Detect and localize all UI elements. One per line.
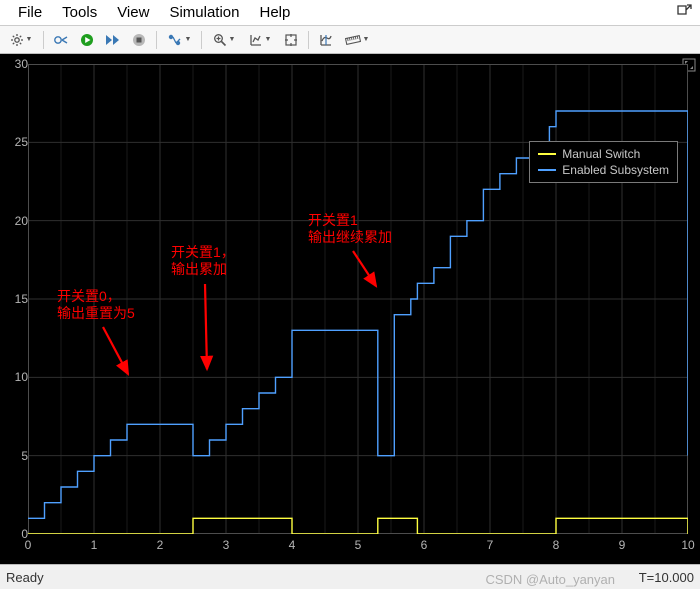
x-tick: 4: [289, 538, 296, 552]
legend-swatch-icon: [538, 169, 556, 171]
gear-dropdown[interactable]: ▼: [4, 29, 38, 51]
autoscale-icon: [284, 33, 298, 47]
chevron-down-icon: ▼: [229, 36, 236, 43]
watermark-text: CSDN @Auto_yanyan: [485, 572, 615, 587]
menu-file[interactable]: File: [8, 2, 52, 23]
menubar: File Tools View Simulation Help: [0, 0, 700, 26]
legend-swatch-icon: [538, 153, 556, 155]
chevron-down-icon: ▼: [265, 36, 272, 43]
stop-button[interactable]: [127, 29, 151, 51]
step-icon: [105, 34, 121, 46]
step-forward-button[interactable]: [101, 29, 125, 51]
undock-icon[interactable]: [676, 3, 692, 22]
legend-label: Enabled Subsystem: [562, 163, 669, 177]
zoom-axes-dropdown[interactable]: ▼: [243, 29, 277, 51]
chevron-down-icon: ▼: [185, 36, 192, 43]
status-time: T=10.000: [639, 570, 694, 585]
annotation-line: 开关置0，: [57, 288, 135, 305]
arrow-icon: [348, 246, 388, 296]
annotation-line: 输出继续累加: [308, 229, 392, 246]
annotation-line: 输出重置为5: [57, 305, 135, 322]
play-icon: [80, 33, 94, 47]
menu-simulation[interactable]: Simulation: [159, 2, 249, 23]
menu-help[interactable]: Help: [250, 2, 301, 23]
x-tick: 3: [223, 538, 230, 552]
legend-item-enabled-subsystem: Enabled Subsystem: [538, 162, 669, 178]
run-button[interactable]: [75, 29, 99, 51]
y-tick: 30: [15, 57, 28, 71]
y-tick: 15: [15, 292, 28, 306]
menu-tools[interactable]: Tools: [52, 2, 107, 23]
y-tick: 5: [21, 449, 28, 463]
separator: [156, 31, 157, 49]
annotation-line: 开关置1，: [171, 244, 235, 261]
annotation-line: 输出累加: [171, 261, 235, 278]
trigger-dropdown[interactable]: ▼: [162, 29, 196, 51]
x-tick: 5: [355, 538, 362, 552]
x-tick: 7: [487, 538, 494, 552]
trigger-icon: [167, 33, 183, 47]
legend-item-manual-switch: Manual Switch: [538, 146, 669, 162]
separator: [43, 31, 44, 49]
zoom-dropdown[interactable]: ▼: [207, 29, 241, 51]
zoom-xy-icon: [249, 33, 263, 47]
separator: [308, 31, 309, 49]
y-tick: 20: [15, 214, 28, 228]
x-tick: 1: [91, 538, 98, 552]
x-tick: 9: [619, 538, 626, 552]
ruler-dropdown[interactable]: ▼: [340, 29, 374, 51]
annotation-line: 开关置1: [308, 212, 392, 229]
x-tick: 0: [25, 538, 32, 552]
highlight-icon: [53, 33, 69, 47]
cursor-icon: [319, 33, 333, 47]
toolbar: ▼ ▼ ▼ ▼ ▼: [0, 26, 700, 54]
zoom-icon: [213, 33, 227, 47]
annotation-reset: 开关置0， 输出重置为5: [57, 288, 135, 322]
x-tick: 2: [157, 538, 164, 552]
scope-plot: Manual Switch Enabled Subsystem 开关置0， 输出…: [0, 54, 700, 564]
annotation-accumulate: 开关置1， 输出累加: [171, 244, 235, 278]
x-tick: 8: [553, 538, 560, 552]
arrow-icon: [193, 279, 218, 379]
chevron-down-icon: ▼: [26, 36, 33, 43]
x-tick: 6: [421, 538, 428, 552]
cursor-measurements-button[interactable]: [314, 29, 338, 51]
legend-label: Manual Switch: [562, 147, 640, 161]
x-tick: 10: [681, 538, 694, 552]
highlight-block-button[interactable]: [49, 29, 73, 51]
separator: [201, 31, 202, 49]
annotation-continue: 开关置1 输出继续累加: [308, 212, 392, 246]
ruler-icon: [345, 35, 361, 45]
stop-icon: [132, 33, 146, 47]
status-text: Ready: [6, 570, 44, 585]
menu-view[interactable]: View: [107, 2, 159, 23]
chevron-down-icon: ▼: [363, 36, 370, 43]
y-tick: 25: [15, 135, 28, 149]
autoscale-button[interactable]: [279, 29, 303, 51]
statusbar: Ready CSDN @Auto_yanyan T=10.000: [0, 564, 700, 589]
gear-icon: [10, 33, 24, 47]
y-tick: 10: [15, 370, 28, 384]
axes[interactable]: Manual Switch Enabled Subsystem 开关置0， 输出…: [28, 64, 688, 534]
legend[interactable]: Manual Switch Enabled Subsystem: [529, 141, 678, 183]
arrow-icon: [98, 322, 138, 382]
